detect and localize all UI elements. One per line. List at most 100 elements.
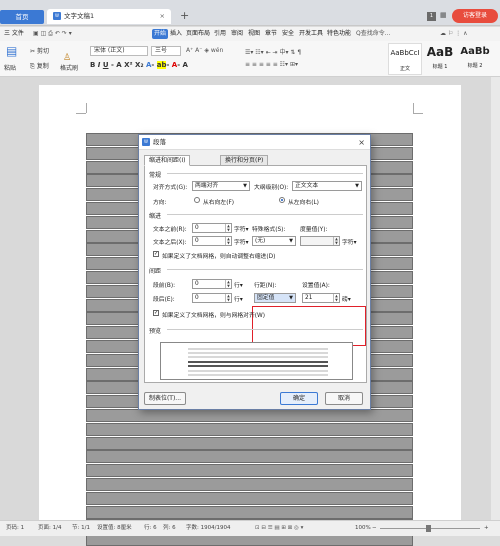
highlight-box	[252, 306, 366, 346]
status-words[interactable]: 字数: 1904/1904	[186, 521, 230, 536]
menu-features[interactable]: 特色功能	[327, 27, 351, 41]
section-indent: 缩进	[149, 213, 162, 220]
align-select[interactable]: 两端对齐 ▼	[192, 181, 250, 191]
status-pages: 页面: 1/4	[38, 525, 62, 531]
status-setting: 设置值: 8厘米	[97, 525, 132, 531]
font-size-buttons[interactable]: A⁺ A⁻ ◈ wén	[186, 47, 223, 54]
status-col: 列: 6	[163, 525, 176, 531]
line-spacing-select[interactable]: 固定值 ▼	[254, 293, 296, 303]
vertical-scrollbar[interactable]	[491, 77, 500, 520]
ribbon-toolbar: ▤ 粘贴 ✂ 剪切 ⎘ 复制 ♙ 格式刷 宋体 (正文) 三号 A⁺ A⁻ ◈ …	[0, 41, 500, 77]
quick-access-icons[interactable]: ▣ ◫ ⎙ ↶ ↷ ▾	[33, 27, 72, 41]
preview-line	[188, 352, 328, 354]
rtl-radio[interactable]	[194, 197, 200, 203]
preview-line	[188, 370, 328, 372]
tab-document[interactable]: W 文字文稿1 ×	[47, 9, 171, 24]
preview-line	[188, 374, 328, 376]
view-mode-icons[interactable]: ⊡ ⊟ ☰ ▤ ⊞ ⊠ ◎ ▾	[255, 521, 303, 536]
measure-unit[interactable]: 字符▾	[342, 237, 357, 246]
indent-after-label: 文本之后(X):	[153, 240, 187, 246]
section-general: 常规	[149, 172, 162, 179]
snap-to-grid-checkbox[interactable]: ✓	[153, 310, 159, 316]
zoom-in-icon[interactable]: +	[484, 521, 489, 536]
login-button[interactable]: 访客登录	[452, 9, 498, 23]
indent-before-input[interactable]: 0 ▲ ▼	[192, 223, 232, 233]
indent-after-unit[interactable]: 字符▾	[234, 237, 249, 246]
margin-mark	[76, 113, 86, 114]
new-tab-button[interactable]: +	[180, 9, 189, 23]
toolbar-right-icons[interactable]: ☁ ⚐ ⋮ ∧	[440, 27, 468, 41]
menu-page-layout[interactable]: 页面布局	[186, 27, 210, 41]
menu-chapter[interactable]: 章节	[265, 27, 277, 41]
space-before-input[interactable]: 0 ▲ ▼	[192, 279, 232, 289]
tab-stops-button[interactable]: 制表位(T)...	[144, 392, 186, 405]
space-after-unit[interactable]: 行▾	[234, 294, 243, 303]
outline-select[interactable]: 正文文本 ▼	[292, 181, 362, 191]
preview-line	[188, 356, 328, 358]
setting-value-input[interactable]: 21 ▲ ▼	[302, 293, 340, 303]
close-icon[interactable]: ×	[358, 135, 365, 150]
text-line	[86, 422, 413, 436]
chevron-down-icon: ▼	[289, 238, 293, 244]
dialog-panel: 常规 对齐方式(G): 两端对齐 ▼ 大纲级别(O): 正文文本 ▼ 方向: 从右向…	[144, 165, 367, 383]
space-after-input[interactable]: 0 ▲ ▼	[192, 293, 232, 303]
grid-icon[interactable]: ▦	[440, 11, 448, 20]
special-format-select[interactable]: (无) ▼	[252, 236, 296, 246]
margin-mark	[86, 103, 87, 113]
zoom-slider-thumb[interactable]	[426, 525, 431, 532]
paste-icon[interactable]: ▤	[6, 44, 17, 58]
cut-button[interactable]: ✂ 剪切	[30, 46, 49, 55]
zoom-out-icon[interactable]: −	[372, 521, 377, 536]
style-heading-2[interactable]: AaBb 标题 2	[458, 43, 492, 75]
menu-view[interactable]: 视图	[248, 27, 260, 41]
chevron-down-icon: ▼	[355, 183, 359, 189]
list-buttons[interactable]: ☰▾ ☷▾ ⇤ ⇥ 中▾ ⇅ ¶	[245, 47, 301, 56]
menu-reference[interactable]: 引用	[214, 27, 226, 41]
menu-developer[interactable]: 开发工具	[299, 27, 323, 41]
direction-label: 方向:	[153, 200, 167, 206]
text-line	[86, 491, 413, 505]
menu-start[interactable]: 开始	[152, 29, 169, 39]
paste-button[interactable]: 粘贴	[4, 63, 16, 72]
zoom-level[interactable]: 100%	[355, 521, 371, 536]
indent-after-input[interactable]: 0 ▲ ▼	[192, 236, 232, 246]
divider	[167, 173, 363, 174]
menu-security[interactable]: 安全	[282, 27, 294, 41]
line-spacing-label: 行距(N):	[254, 283, 277, 289]
style-normal[interactable]: AaBbCcI 正文	[388, 43, 422, 75]
copy-button[interactable]: ⎘ 复制	[30, 61, 49, 71]
style-heading-1[interactable]: AaB 标题 1	[423, 43, 457, 75]
font-name-select[interactable]: 宋体 (正文)	[90, 46, 148, 56]
menu-file[interactable]: 三 文件	[4, 27, 24, 41]
tab-indent-spacing[interactable]: 缩进和间距(I)	[144, 155, 191, 166]
ltr-radio[interactable]	[279, 197, 285, 203]
copy-icon: ⎘	[30, 63, 37, 70]
align-label: 对齐方式(G):	[153, 185, 188, 191]
menu-insert[interactable]: 插入	[170, 27, 182, 41]
auto-right-indent-checkbox[interactable]: ✓	[153, 251, 159, 257]
cancel-button[interactable]: 取消	[325, 392, 363, 405]
format-painter-icon[interactable]: ♙	[63, 53, 71, 63]
indent-before-unit[interactable]: 字符▾	[234, 224, 249, 233]
indent-before-label: 文本之前(R):	[153, 227, 187, 233]
ok-button[interactable]: 确定	[280, 392, 318, 405]
text-line	[86, 450, 413, 464]
menu-review[interactable]: 审阅	[231, 27, 243, 41]
window-count-badge[interactable]: 1	[427, 12, 436, 21]
preview-line	[188, 361, 328, 363]
measure-input[interactable]: ▲ ▼	[300, 236, 340, 246]
setting-value-label: 设置值(A):	[302, 283, 330, 289]
section-spacing: 间距	[149, 268, 162, 275]
text-format-buttons[interactable]: B I U - A X² X₂ A- ab- A- A	[90, 61, 188, 69]
chevron-down-icon: ▼	[289, 295, 293, 301]
close-tab-icon[interactable]: ×	[160, 9, 165, 24]
setting-value-unit[interactable]: 磅▾	[342, 294, 351, 303]
format-painter-button[interactable]: 格式刷	[60, 63, 78, 72]
tab-home[interactable]: 首页	[0, 10, 44, 24]
font-size-select[interactable]: 三号	[151, 46, 181, 56]
ltr-label: 从左向右(L)	[288, 200, 319, 206]
divider	[167, 214, 363, 215]
command-search[interactable]: Q查找命令...	[356, 27, 390, 41]
space-before-unit[interactable]: 行▾	[234, 280, 243, 289]
align-buttons[interactable]: ≡ ≡ ≡ ≡ ≡ ☷▾ ⊞▾	[245, 61, 298, 68]
